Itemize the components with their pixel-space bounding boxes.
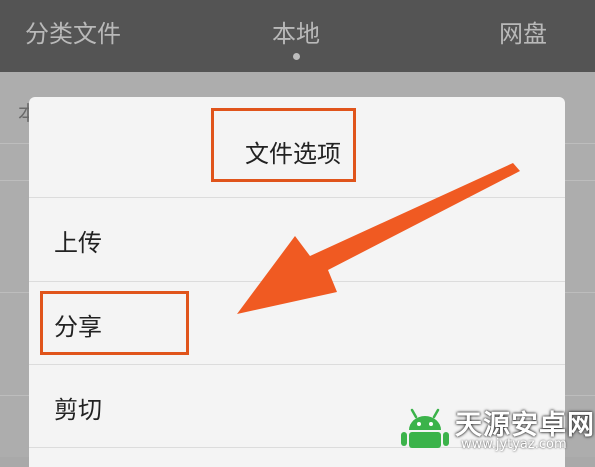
watermark: 天源安卓网 www.jytyaz.com [398,400,594,454]
pointer-arrow-icon [237,163,520,314]
android-logo-icon [401,408,449,448]
watermark-url: www.jytyaz.com [461,437,567,452]
